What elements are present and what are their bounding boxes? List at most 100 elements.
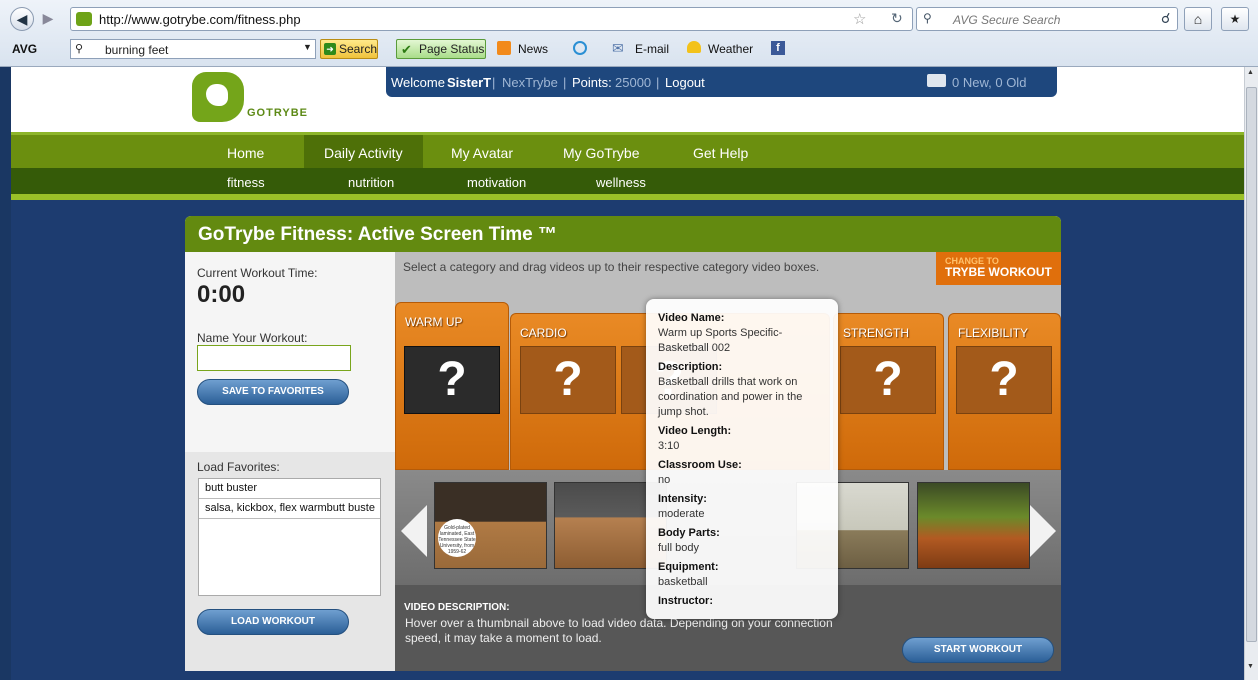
reload-icon[interactable]: ↻ — [891, 10, 903, 27]
tooltip-class-value: no — [658, 474, 671, 486]
category-flexibility[interactable]: FLEXIBILITY ? — [948, 313, 1061, 470]
fitness-panel: GoTrybe Fitness: Active Screen Time ™ Cu… — [185, 216, 1061, 671]
avg-search-button[interactable]: ➜ Search — [320, 39, 378, 59]
tooltip-instructor-label: Instructor: — [658, 595, 713, 607]
address-bar[interactable]: http://www.gotrybe.com/fitness.php ☆ ↻ — [70, 7, 913, 31]
current-time-value: 0:00 — [197, 281, 246, 308]
page-status-button[interactable]: ✔ Page Status — [396, 39, 486, 59]
page-status-label: Page Status — [419, 42, 485, 56]
search-go-icon[interactable]: ☌ — [1161, 10, 1170, 27]
tooltip-body-label: Body Parts: — [658, 527, 720, 539]
search-engine-icon[interactable]: ⚲ — [923, 11, 932, 25]
scroll-thumb[interactable] — [1246, 87, 1257, 642]
home-icon[interactable]: ⌂ — [1184, 7, 1212, 31]
load-favorites-label: Load Favorites: — [197, 460, 280, 474]
video-description-text: Hover over a thumbnail above to load vid… — [405, 616, 833, 645]
subnav-motivation[interactable]: motivation — [467, 175, 526, 190]
news-menu[interactable]: News — [518, 42, 548, 56]
video-slot[interactable]: ? — [404, 346, 500, 414]
tooltip-equip-value: basketball — [658, 576, 708, 588]
instructions: Select a category and drag videos up to … — [403, 260, 820, 274]
avg-search-input[interactable]: ⚲ burning feet ▼ — [70, 39, 316, 59]
back-icon[interactable]: ◀ — [10, 7, 34, 31]
favorite-item[interactable]: butt buster — [199, 479, 380, 499]
subnav-wellness[interactable]: wellness — [596, 175, 646, 190]
current-time-label: Current Workout Time: — [197, 266, 318, 280]
category-label: FLEXIBILITY — [958, 326, 1029, 340]
weather-icon — [687, 41, 701, 53]
welcome-text: Welcome — [391, 75, 445, 90]
video-info-tooltip: Video Name: Warm up Sports Specific-Bask… — [646, 299, 838, 619]
email-menu[interactable]: E-mail — [635, 42, 669, 56]
username[interactable]: SisterT — [447, 75, 491, 90]
page-scrollbar[interactable]: ▲ ▼ — [1244, 67, 1258, 680]
chevron-down-icon[interactable]: ▼ — [303, 42, 312, 52]
ie-icon[interactable] — [573, 41, 587, 55]
browser-search-box[interactable]: ⚲ AVG Secure Search ☌ — [916, 7, 1178, 31]
subnav-fitness[interactable]: fitness — [227, 175, 265, 190]
category-warm-up[interactable]: WARM UP ? — [395, 302, 509, 470]
subnav-nutrition[interactable]: nutrition — [348, 175, 394, 190]
nav-get-help[interactable]: Get Help — [693, 145, 748, 161]
video-slot[interactable]: ? — [840, 346, 936, 414]
trybe-workout-label: TRYBE WORKOUT — [945, 265, 1052, 279]
search-icon: ⚲ — [75, 43, 84, 55]
video-description-heading: VIDEO DESCRIPTION: — [404, 602, 510, 613]
tooltip-intensity-value: moderate — [658, 508, 705, 520]
nav-home[interactable]: Home — [227, 145, 264, 161]
nav-my-avatar[interactable]: My Avatar — [451, 145, 513, 161]
logo-text[interactable]: GOTRYBE — [247, 107, 308, 119]
main-nav: Home Daily Activity My Avatar My GoTrybe… — [11, 132, 1244, 168]
nextrybe-link[interactable]: NexTrybe — [502, 75, 558, 90]
site-favicon-icon — [76, 12, 92, 26]
facebook-icon[interactable]: f — [771, 41, 785, 55]
category-label: WARM UP — [405, 315, 463, 329]
category-strength[interactable]: STRENGTH ? — [833, 313, 944, 470]
url-text[interactable]: http://www.gotrybe.com/fitness.php — [99, 12, 301, 27]
tooltip-class-label: Classroom Use: — [658, 459, 742, 471]
points-label: Points: — [572, 75, 612, 90]
nav-divider — [11, 194, 1244, 200]
avg-toolbar-logo[interactable]: AVG — [12, 42, 37, 56]
tooltip-desc-value: Basketball drills that work on coordinat… — [658, 376, 803, 418]
video-slot[interactable]: ? — [520, 346, 616, 414]
logout-link[interactable]: Logout — [665, 75, 705, 90]
tooltip-equip-label: Equipment: — [658, 561, 719, 573]
video-thumbnail[interactable] — [917, 482, 1030, 569]
message-count[interactable]: 0 New, 0 Old — [952, 75, 1026, 90]
scroll-up-icon[interactable]: ▲ — [1247, 69, 1256, 79]
bookmarks-menu-icon[interactable]: ★ — [1221, 7, 1249, 31]
category-label: STRENGTH — [843, 326, 909, 340]
name-workout-label: Name Your Workout: — [197, 331, 308, 345]
start-workout-button[interactable]: START WORKOUT — [902, 637, 1054, 663]
video-slot[interactable]: ? — [956, 346, 1052, 414]
carousel-right-arrow-icon[interactable] — [1030, 505, 1056, 557]
video-thumbnail[interactable]: Gold-plated laminated, East Tennessee St… — [434, 482, 547, 569]
nav-my-gotrybe[interactable]: My GoTrybe — [563, 145, 640, 161]
workout-name-input[interactable] — [197, 345, 351, 371]
save-favorites-button[interactable]: SAVE TO FAVORITES — [197, 379, 349, 405]
tooltip-length-label: Video Length: — [658, 425, 732, 437]
points-value: 25000 — [615, 75, 652, 90]
search-placeholder: AVG Secure Search — [953, 13, 1061, 27]
forward-icon[interactable]: ▶ — [36, 7, 60, 31]
weather-menu[interactable]: Weather — [708, 42, 753, 56]
welcome-bar: Welcome SisterT | NexTrybe | Points: 250… — [386, 67, 1057, 97]
gotrybe-logo-icon[interactable] — [192, 72, 244, 122]
scroll-down-icon[interactable]: ▼ — [1247, 663, 1256, 673]
arrow-right-icon: ➜ — [324, 43, 336, 55]
rss-icon — [497, 41, 511, 55]
nav-daily-activity[interactable]: Daily Activity — [324, 145, 403, 161]
favorite-item[interactable]: salsa, kickbox, flex warmbutt buste — [199, 499, 380, 519]
thumbnail-caption: Gold-plated laminated, East Tennessee St… — [438, 519, 476, 557]
email-icon: ✉ — [612, 40, 624, 56]
mail-icon[interactable] — [927, 74, 946, 87]
favorites-list[interactable]: butt buster salsa, kickbox, flex warmbut… — [198, 478, 381, 596]
bookmark-star-icon[interactable]: ☆ — [853, 10, 866, 28]
change-to-trybe-workout-button[interactable]: CHANGE TO TRYBE WORKOUT — [936, 252, 1061, 285]
left-window-edge — [0, 67, 11, 680]
tooltip-name-label: Video Name: — [658, 312, 725, 324]
category-label: CARDIO — [520, 326, 567, 340]
carousel-left-arrow-icon[interactable] — [401, 505, 427, 557]
load-workout-button[interactable]: LOAD WORKOUT — [197, 609, 349, 635]
